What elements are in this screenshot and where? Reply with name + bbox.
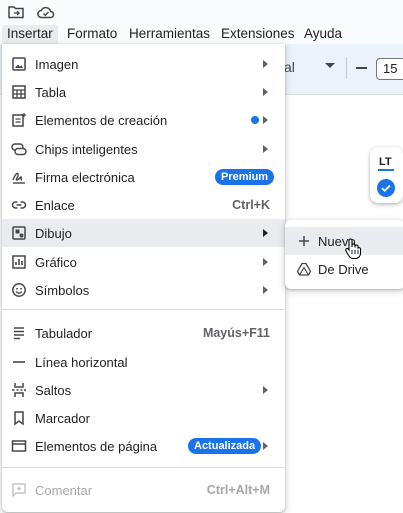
check-circle-icon[interactable] bbox=[377, 179, 395, 197]
title-icon-strip bbox=[0, 0, 403, 24]
tab-icon bbox=[11, 325, 27, 341]
building-blocks-icon bbox=[11, 112, 27, 128]
menu-item-label: Comentar bbox=[35, 483, 93, 498]
premium-badge: Premium bbox=[215, 169, 275, 185]
cloud-saved-icon[interactable] bbox=[37, 5, 55, 21]
submenu-arrow-icon bbox=[263, 116, 268, 124]
page-break-icon bbox=[11, 382, 27, 398]
menu-item-label: Marcador bbox=[35, 411, 90, 426]
menu-item-label: Línea horizontal bbox=[35, 355, 128, 370]
table-icon bbox=[11, 84, 27, 100]
drawing-icon bbox=[11, 225, 27, 241]
submenu-arrow-icon bbox=[263, 229, 268, 237]
page-elements-icon bbox=[11, 438, 27, 454]
keyboard-shortcut: Mayús+F11 bbox=[202, 326, 270, 340]
menu-item-firma-electronica[interactable]: Firma electrónica Premium bbox=[2, 163, 285, 191]
chart-icon bbox=[11, 254, 27, 270]
menubar: Insertar Formato Herramientas Extensione… bbox=[0, 24, 403, 44]
menu-item-label: Tabla bbox=[35, 85, 67, 100]
menu-item-saltos[interactable]: Saltos bbox=[2, 376, 285, 404]
drive-icon bbox=[297, 262, 311, 276]
menu-item-label: Imagen bbox=[35, 57, 79, 72]
menu-item-grafico[interactable]: Gráfico bbox=[2, 248, 285, 276]
menu-item-label: Elementos de creación bbox=[35, 113, 168, 128]
insert-menu: Imagen Tabla Elementos de creación Chips… bbox=[2, 44, 285, 512]
plus-icon bbox=[297, 234, 311, 248]
menu-extensiones[interactable]: Extensiones bbox=[216, 25, 300, 44]
submenu-arrow-icon bbox=[263, 258, 268, 266]
menu-item-linea-horizontal[interactable]: Línea horizontal bbox=[2, 348, 285, 376]
menu-item-label: Saltos bbox=[35, 383, 72, 398]
menu-item-chips-inteligentes[interactable]: Chips inteligentes bbox=[2, 135, 285, 163]
font-name-dropdown[interactable]: al bbox=[284, 59, 295, 75]
menu-item-label: Gráfico bbox=[35, 255, 77, 270]
add-comment-icon bbox=[11, 482, 27, 498]
menu-item-label: Tabulador bbox=[35, 326, 93, 341]
folder-move-icon[interactable] bbox=[8, 5, 26, 21]
toolbar-divider bbox=[346, 57, 347, 79]
submenu-arrow-icon bbox=[263, 286, 268, 294]
menu-item-elementos-de-pagina[interactable]: Elementos de página Actualizada bbox=[2, 432, 285, 460]
menu-insertar[interactable]: Insertar bbox=[2, 25, 58, 44]
esignature-icon bbox=[11, 169, 27, 185]
menu-item-label: Símbolos bbox=[35, 283, 90, 298]
font-dropdown-caret-icon[interactable] bbox=[325, 63, 335, 68]
bookmark-icon bbox=[11, 410, 27, 426]
side-widget-panel: LT bbox=[370, 147, 403, 203]
menu-item-elementos-de-creacion[interactable]: Elementos de creación bbox=[2, 106, 285, 134]
menu-item-tabla[interactable]: Tabla bbox=[2, 78, 285, 106]
submenu-arrow-icon bbox=[263, 442, 268, 450]
hand-pointer-cursor-icon bbox=[344, 238, 362, 260]
font-size-input[interactable]: 15 bbox=[376, 58, 403, 80]
menu-item-imagen[interactable]: Imagen bbox=[2, 50, 285, 78]
emoji-icon bbox=[11, 282, 27, 298]
keyboard-shortcut: Ctrl+Alt+M bbox=[206, 483, 270, 497]
submenu-arrow-icon bbox=[263, 88, 268, 96]
languagetool-icon[interactable]: LT bbox=[379, 156, 392, 168]
decrease-font-size-button[interactable] bbox=[356, 67, 367, 69]
menu-item-comentar: Comentar Ctrl+Alt+M bbox=[2, 476, 285, 504]
horizontal-line-icon bbox=[11, 354, 27, 370]
updated-badge: Actualizada bbox=[188, 438, 262, 454]
menu-divider bbox=[2, 309, 285, 310]
menu-item-label: Dibujo bbox=[35, 226, 72, 241]
menu-formato[interactable]: Formato bbox=[62, 25, 122, 44]
menu-item-tabulador[interactable]: Tabulador Mayús+F11 bbox=[2, 319, 285, 347]
menu-divider bbox=[2, 467, 285, 468]
menu-item-label: Elementos de página bbox=[35, 439, 158, 454]
smart-chips-icon bbox=[11, 141, 27, 157]
new-feature-dot bbox=[251, 116, 259, 124]
image-icon bbox=[11, 56, 27, 72]
menu-ayuda[interactable]: Ayuda bbox=[299, 25, 347, 44]
menu-item-enlace[interactable]: Enlace Ctrl+K bbox=[2, 191, 285, 219]
menu-item-dibujo[interactable]: Dibujo bbox=[2, 219, 285, 247]
submenu-arrow-icon bbox=[263, 145, 268, 153]
submenu-arrow-icon bbox=[263, 386, 268, 394]
menu-item-simbolos[interactable]: Símbolos bbox=[2, 276, 285, 304]
submenu-item-label: De Drive bbox=[318, 262, 369, 277]
menu-item-label: Enlace bbox=[35, 198, 75, 213]
menu-item-label: Chips inteligentes bbox=[35, 142, 138, 157]
menu-item-label: Firma electrónica bbox=[35, 170, 135, 185]
languagetool-underline bbox=[378, 169, 394, 171]
menu-item-marcador[interactable]: Marcador bbox=[2, 404, 285, 432]
submenu-arrow-icon bbox=[263, 60, 268, 68]
keyboard-shortcut: Ctrl+K bbox=[232, 198, 270, 212]
link-icon bbox=[11, 197, 27, 213]
menu-herramientas[interactable]: Herramientas bbox=[124, 25, 215, 44]
